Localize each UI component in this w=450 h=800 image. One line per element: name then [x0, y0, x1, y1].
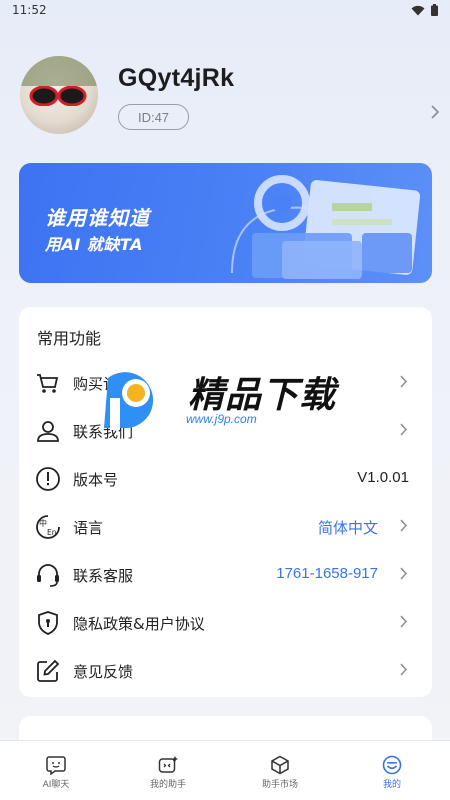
tab-my-assistant[interactable]: 我的助手: [112, 741, 224, 800]
banner-illustration-icon: [231, 175, 421, 279]
menu-label: 语言: [73, 519, 104, 537]
menu-item-version: 版本号 V1.0.01: [19, 454, 432, 502]
chat-face-icon: [46, 756, 66, 775]
avatar[interactable]: [20, 56, 98, 134]
tab-ai-chat[interactable]: AI聊天: [0, 741, 112, 800]
watermark-url: www.j9p.com: [186, 412, 257, 426]
menu-item-privacy-policy[interactable]: 隐私政策&用户协议: [19, 598, 432, 646]
chevron-right-icon[interactable]: [430, 104, 440, 120]
language-icon: 中 En: [36, 515, 60, 539]
chevron-right-icon: [400, 375, 408, 388]
menu-item-feedback[interactable]: 意见反馈: [19, 646, 432, 694]
svg-text:中: 中: [39, 518, 47, 528]
chevron-right-icon: [400, 567, 408, 580]
assistant-icon: [158, 756, 178, 773]
cart-icon: [37, 374, 59, 393]
status-bar: 11:52: [0, 0, 450, 22]
avatar-sunglasses-icon: [29, 86, 87, 106]
wifi-icon: [411, 5, 425, 15]
user-id-badge: ID:47: [118, 104, 189, 130]
tab-label: 我的助手: [149, 780, 186, 790]
info-icon: [36, 467, 60, 491]
bottom-tab-bar: AI聊天 我的助手 助手市场 我的: [0, 740, 450, 800]
watermark: 精品下载 www.j9p.com: [96, 358, 356, 434]
status-icons: [411, 4, 438, 16]
phone-value[interactable]: 1761-1658-917: [276, 565, 378, 582]
headset-icon: [37, 564, 59, 587]
promo-banner[interactable]: 谁用谁知道 用AI 就缺TA: [19, 163, 432, 283]
status-time: 11:52: [12, 3, 47, 17]
profile-header[interactable]: GQyt4jRk ID:47: [20, 56, 440, 138]
tab-mine[interactable]: 我的: [336, 741, 448, 800]
svg-text:En: En: [47, 528, 57, 537]
banner-title: 谁用谁知道: [45, 206, 150, 230]
watermark-logo-icon: [104, 372, 154, 430]
chevron-right-icon: [400, 423, 408, 436]
menu-label: 联系客服: [73, 567, 134, 585]
shield-icon: [38, 611, 58, 635]
profile-face-icon: [382, 755, 402, 775]
menu-item-customer-service[interactable]: 联系客服 1761-1658-917: [19, 550, 432, 598]
user-icon: [37, 421, 59, 442]
menu-label: 隐私政策&用户协议: [73, 615, 205, 633]
watermark-text: 精品下载: [188, 375, 337, 416]
section-title: 常用功能: [37, 329, 102, 348]
chevron-right-icon: [400, 615, 408, 628]
username: GQyt4jRk: [118, 64, 235, 92]
banner-subtitle: 用AI 就缺TA: [45, 235, 143, 254]
tab-label: 助手市场: [261, 780, 298, 790]
battery-icon: [431, 4, 438, 16]
cube-icon: [271, 755, 289, 775]
version-value: V1.0.01: [357, 469, 409, 486]
tab-label: AI聊天: [42, 780, 70, 790]
tab-assistant-market[interactable]: 助手市场: [224, 741, 336, 800]
menu-label: 意见反馈: [73, 663, 134, 681]
menu-item-language[interactable]: 中 En 语言 简体中文: [19, 502, 432, 550]
edit-icon: [37, 659, 60, 682]
language-value: 简体中文: [317, 520, 378, 537]
chevron-right-icon: [400, 663, 408, 676]
menu-label: 版本号: [73, 471, 119, 489]
chevron-right-icon: [400, 519, 408, 532]
tab-label: 我的: [382, 780, 401, 790]
